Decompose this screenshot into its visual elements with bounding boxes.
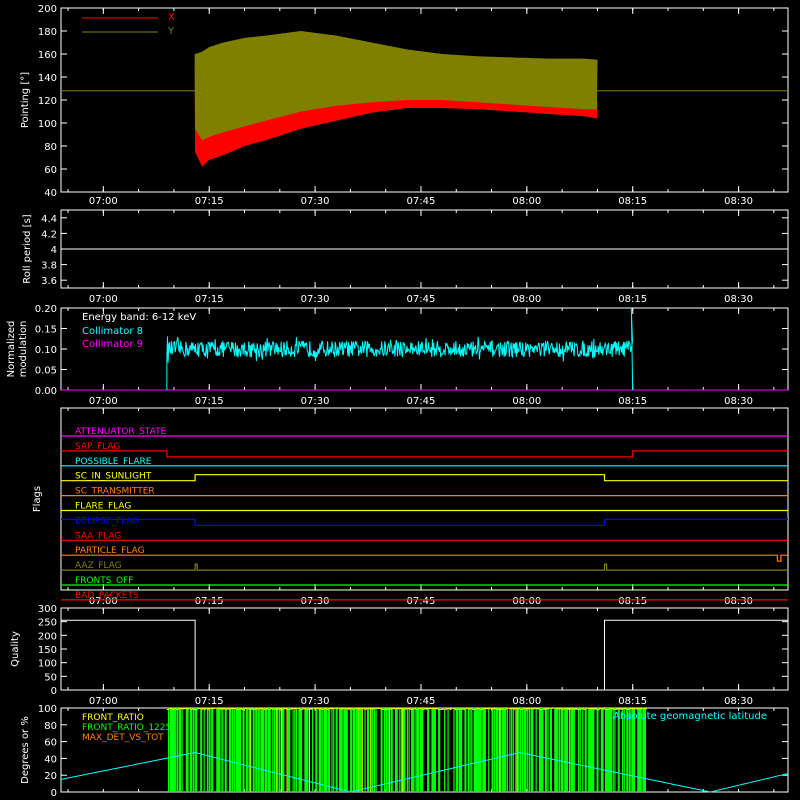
series-front-ratio-1225 (167, 708, 647, 792)
legend-label: Collimator 9 (82, 339, 143, 350)
x-tick-label: 08:00 (512, 596, 541, 607)
y-axis-label: Degrees or % (20, 716, 31, 784)
x-tick-label: 08:30 (724, 294, 753, 305)
x-tick-label: 08:30 (724, 196, 753, 207)
x-tick-label: 08:15 (618, 196, 647, 207)
x-tick-label: 07:45 (407, 596, 436, 607)
x-tick-label: 08:15 (618, 396, 647, 407)
x-tick-label: 08:30 (724, 696, 753, 707)
x-tick-label: 08:00 (512, 696, 541, 707)
y-tick-label: 80 (44, 142, 57, 153)
y-tick-label: 160 (38, 50, 57, 61)
y-tick-label: 60 (44, 738, 57, 749)
y-tick-label: 0.15 (35, 325, 57, 336)
x-tick-label: 07:00 (89, 196, 118, 207)
y-tick-label: 100 (38, 704, 57, 715)
y-axis-label: Flags (32, 486, 43, 512)
x-tick-label: 08:15 (618, 596, 647, 607)
y-tick-label: 0.00 (35, 386, 57, 397)
y-tick-label: 100 (38, 119, 57, 130)
y-tick-label: 3.8 (41, 261, 57, 272)
x-tick-label: 07:30 (301, 396, 330, 407)
legend-label: X (168, 12, 175, 23)
y-tick-label: 4 (51, 245, 57, 256)
x-tick-label: 07:15 (195, 396, 224, 407)
x-tick-label: 08:15 (618, 294, 647, 305)
x-tick-label: 08:00 (512, 196, 541, 207)
x-tick-label: 07:45 (407, 294, 436, 305)
y-axis-label: Roll period [s] (22, 214, 33, 283)
x-tick-label: 07:00 (89, 294, 118, 305)
y-axis-label: modulation (18, 321, 29, 378)
y-axis-label: Pointing [°] (20, 72, 31, 128)
x-tick-label: 07:45 (407, 396, 436, 407)
y-tick-label: 3.6 (41, 276, 57, 287)
y-tick-label: 4.4 (41, 214, 57, 225)
legend-label: MAX_DET_VS_TOT (82, 733, 164, 743)
y-tick-label: 0 (51, 788, 57, 799)
figure-background (0, 0, 800, 800)
flag-label: ECLIPSE_FLAG (75, 516, 139, 526)
x-tick-label: 07:45 (407, 196, 436, 207)
y-tick-label: 140 (38, 73, 57, 84)
x-tick-label: 08:00 (512, 396, 541, 407)
x-tick-label: 07:30 (301, 696, 330, 707)
x-tick-label: 07:15 (195, 196, 224, 207)
y-tick-label: 0.10 (35, 345, 57, 356)
y-tick-label: 0.20 (35, 304, 57, 315)
y-axis-label: Normalized (6, 321, 17, 378)
x-tick-label: 07:00 (89, 396, 118, 407)
x-tick-label: 07:15 (195, 696, 224, 707)
y-tick-label: 100 (38, 659, 57, 670)
y-tick-label: 40 (44, 754, 57, 765)
y-tick-label: 20 (44, 771, 57, 782)
y-tick-label: 200 (38, 4, 57, 15)
x-tick-label: 07:30 (301, 196, 330, 207)
legend-label: Y (167, 26, 175, 37)
x-tick-label: 08:15 (618, 696, 647, 707)
y-tick-label: 250 (38, 618, 57, 629)
y-tick-label: 80 (44, 721, 57, 732)
y-tick-label: 300 (38, 604, 57, 615)
x-tick-label: 08:30 (724, 596, 753, 607)
latitude-annotation: Absolute geomagnetic latitude (613, 711, 767, 722)
y-tick-label: 50 (44, 672, 57, 683)
x-tick-label: 07:45 (407, 696, 436, 707)
x-tick-label: 07:15 (195, 596, 224, 607)
y-axis-label: Quality (10, 631, 21, 667)
x-tick-label: 07:30 (301, 596, 330, 607)
y-tick-label: 150 (38, 645, 57, 656)
y-tick-label: 60 (44, 165, 57, 176)
y-tick-label: 180 (38, 27, 57, 38)
y-tick-label: 40 (44, 188, 57, 199)
x-tick-label: 08:00 (512, 294, 541, 305)
y-tick-label: 4.2 (41, 229, 57, 240)
legend-label: FRONT_RATIO (82, 713, 144, 723)
y-tick-label: 120 (38, 96, 57, 107)
x-tick-label: 07:30 (301, 294, 330, 305)
legend-label: FRONT_RATIO_1225 (82, 723, 171, 733)
y-tick-label: 200 (38, 631, 57, 642)
y-tick-label: 0 (51, 686, 57, 697)
energy-band-annotation: Energy band: 6-12 keV (82, 312, 196, 323)
x-tick-label: 07:00 (89, 696, 118, 707)
y-tick-label: 0.05 (35, 366, 57, 377)
x-tick-label: 08:30 (724, 396, 753, 407)
legend-label: Collimator 8 (82, 326, 143, 337)
x-tick-label: 07:15 (195, 294, 224, 305)
rhessi-quicklook-figure: 07:00 07:15 07:30 07:45 08:00 08:15 08:3040608… (0, 0, 800, 800)
